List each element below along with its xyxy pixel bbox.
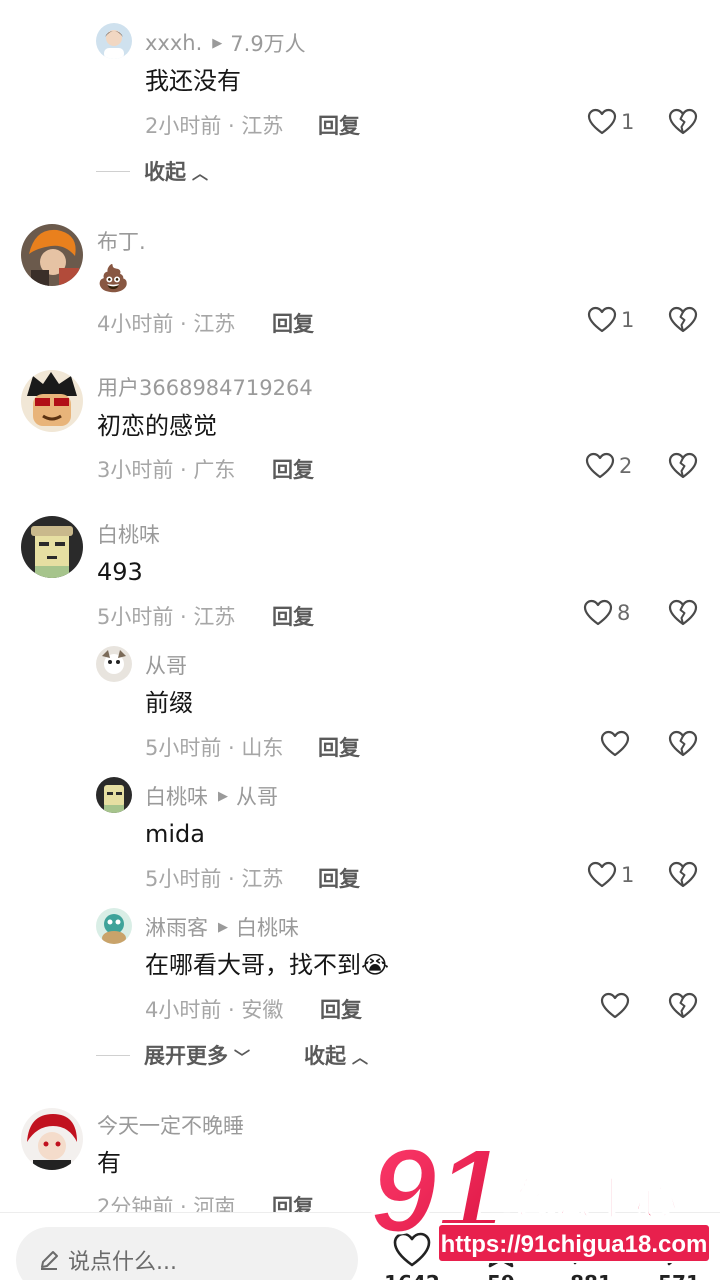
reply-button[interactable]: 回复 (272, 308, 314, 338)
avatar[interactable] (96, 646, 132, 682)
comment-text: 前缀 (145, 689, 193, 717)
reply-button[interactable]: 回复 (272, 1191, 314, 1212)
like-button[interactable] (600, 730, 634, 758)
avatar[interactable] (96, 23, 132, 59)
dislike-button[interactable] (668, 108, 698, 136)
broken-heart-icon (668, 730, 698, 758)
like-count: 1 (621, 110, 635, 134)
comment-input-placeholder: 说点什么... (68, 1250, 177, 1275)
comment-username[interactable]: 从哥 (145, 650, 187, 680)
comment-meta: 2小时前 · 江苏 (145, 114, 284, 138)
reply-arrow-icon: ▶ (212, 35, 223, 51)
comment-text: mida (145, 820, 205, 848)
like-button[interactable] (600, 992, 634, 1020)
avatar[interactable] (21, 224, 83, 286)
comment-username[interactable]: 用户3668984719264 (97, 372, 313, 402)
avatar[interactable] (21, 516, 83, 578)
broken-heart-icon (668, 108, 698, 136)
pen-icon (41, 1251, 58, 1270)
like-button[interactable]: 2 (585, 452, 632, 480)
comment-username[interactable]: xxxh. ▶ 7.9万人 (145, 28, 306, 58)
comment-text: 在哪看大哥，找不到😭 (145, 951, 390, 979)
heart-icon (600, 992, 630, 1020)
broken-heart-icon (668, 992, 698, 1020)
like-count: 1 (621, 863, 635, 887)
heart-icon (587, 306, 617, 334)
comment-meta: 4小时前 · 江苏 (97, 312, 236, 336)
watermark-logo: 91 吃瓜中心 https://91chigua18.com (369, 1128, 711, 1263)
divider (96, 1054, 130, 1056)
comment-text: 初恋的感觉 (97, 412, 217, 440)
reply-button[interactable]: 回复 (272, 601, 314, 631)
comment-username[interactable]: 布丁. (97, 226, 146, 256)
like-count: 8 (617, 601, 631, 625)
comment-meta: 2分钟前 · 河南 (97, 1195, 236, 1212)
reply-button[interactable]: 回复 (320, 994, 362, 1024)
avatar[interactable] (96, 908, 132, 944)
collapse-button[interactable]: 收起 ︿ (144, 156, 208, 186)
dislike-button[interactable] (668, 730, 698, 758)
heart-icon (600, 730, 630, 758)
like-button[interactable]: 1 (587, 306, 634, 334)
dislike-button[interactable] (668, 992, 698, 1020)
comment-username[interactable]: 白桃味 ▶ 从哥 (145, 781, 278, 811)
watermark-brand-text: 吃瓜中心 (502, 1174, 678, 1225)
comment-username[interactable]: 淋雨客 ▶ 白桃味 (145, 912, 299, 942)
dislike-button[interactable] (668, 861, 698, 889)
reply-arrow-icon: ▶ (218, 788, 228, 804)
dislike-button[interactable] (668, 306, 698, 334)
comment-text: 493 (97, 558, 143, 586)
collapse-replies-row: 收起 ︿ (96, 156, 208, 186)
avatar[interactable] (21, 370, 83, 432)
reply-button[interactable]: 回复 (318, 732, 360, 762)
collapse-button[interactable]: 收起 ︿ (304, 1040, 368, 1070)
like-button[interactable]: 1 (587, 108, 634, 136)
comment-username[interactable]: 白桃味 (97, 519, 160, 549)
comment-username[interactable]: 今天一定不晚睡 (97, 1110, 244, 1140)
like-button[interactable]: 8 (583, 599, 630, 627)
watermark-url: https://91chigua18.com (441, 1231, 708, 1258)
comment-meta: 5小时前 · 山东 (145, 736, 284, 760)
heart-icon (585, 452, 615, 480)
like-count: 1 (621, 308, 635, 332)
comment-text: 我还没有 (145, 67, 241, 95)
heart-icon (587, 861, 617, 889)
chevron-up-icon: ︿ (192, 164, 209, 183)
heart-icon (583, 599, 613, 627)
reply-button[interactable]: 回复 (272, 454, 314, 484)
reply-button[interactable]: 回复 (318, 863, 360, 893)
comment-list[interactable]: xxxh. ▶ 7.9万人 我还没有 2小时前 · 江苏 回复 1 收起 ︿ 布丁. … (0, 0, 720, 1212)
broken-heart-icon (668, 861, 698, 889)
expand-more-button[interactable]: 展开更多 ﹀ (144, 1040, 250, 1070)
dislike-button[interactable] (668, 599, 698, 627)
broken-heart-icon (668, 452, 698, 480)
chevron-up-icon: ︿ (352, 1048, 369, 1067)
comment-meta: 4小时前 · 安徽 (145, 998, 284, 1022)
reply-button[interactable]: 回复 (318, 110, 360, 140)
comment-input[interactable]: 说点什么... (16, 1227, 358, 1280)
replies-control-row: 展开更多 ﹀ 收起 ︿ (96, 1040, 368, 1070)
heart-icon (587, 108, 617, 136)
like-count: 2 (619, 454, 633, 478)
chevron-down-icon: ﹀ (234, 1048, 251, 1067)
like-button[interactable]: 1 (587, 861, 634, 889)
dislike-button[interactable] (668, 452, 698, 480)
broken-heart-icon (668, 306, 698, 334)
comment-meta: 5小时前 · 江苏 (145, 867, 284, 891)
avatar[interactable] (21, 1108, 83, 1170)
avatar[interactable] (96, 777, 132, 813)
comment-meta: 5小时前 · 江苏 (97, 605, 236, 629)
comment-meta: 3小时前 · 广东 (97, 458, 236, 482)
broken-heart-icon (668, 599, 698, 627)
divider (96, 170, 130, 172)
partial-top-row (96, 0, 696, 2)
comment-text: 有 (97, 1149, 121, 1177)
comment-text: 💩 (97, 264, 130, 294)
reply-arrow-icon: ▶ (218, 919, 228, 935)
